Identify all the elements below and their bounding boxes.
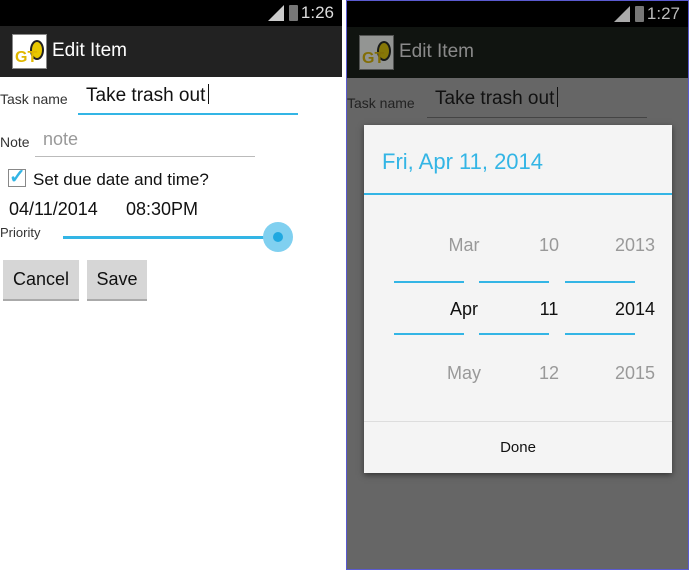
status-bar: 1:26 [0,0,342,26]
edit-item-screen: 1:26 GT Edit Item Task name Take trash o… [0,0,342,570]
action-bar: GT Edit Item [347,27,688,78]
month-prev[interactable]: Mar [429,235,499,256]
due-date-checkbox[interactable]: ✓ [8,167,26,187]
task-name-label: Task name [347,95,415,111]
date-picker-screen: 1:27 GT Edit Item Task name Take trash o… [346,0,689,570]
task-name-input: Take trash out [427,87,647,118]
app-logo[interactable]: GT [12,34,47,69]
status-bar: 1:27 [347,1,688,27]
slider-track[interactable] [63,236,278,239]
year-next[interactable]: 2015 [600,363,670,384]
task-name-input[interactable]: Take trash out [78,84,298,115]
dialog-title: Fri, Apr 11, 2014 [382,149,544,174]
due-time[interactable]: 08:30PM [126,199,198,220]
action-bar: GT Edit Item [0,26,342,77]
page-title: Edit Item [52,40,127,61]
signal-icon [614,6,630,22]
task-name-label: Task name [0,91,68,107]
page-title: Edit Item [399,41,474,62]
day-next[interactable]: 12 [514,363,584,384]
slider-thumb[interactable] [273,232,283,242]
title-divider [364,193,672,195]
battery-icon [289,5,298,21]
date-picker-dialog: Fri, Apr 11, 2014 Mar Apr May 10 11 12 2… [364,125,672,473]
due-date-checkbox-label[interactable]: Set due date and time? [33,170,209,190]
battery-icon [635,6,644,22]
year-selected[interactable]: 2014 [600,299,670,320]
note-label: Note [0,134,30,150]
month-selected[interactable]: Apr [429,299,499,320]
priority-label: Priority [0,225,41,240]
day-selected[interactable]: 11 [514,299,584,320]
clock: 1:26 [300,3,334,22]
year-prev[interactable]: 2013 [600,235,670,256]
done-button[interactable]: Done [364,421,672,473]
month-next[interactable]: May [429,363,499,384]
day-prev[interactable]: 10 [514,235,584,256]
note-input[interactable]: note [35,129,255,157]
due-date[interactable]: 04/11/2014 [9,199,98,220]
clock: 1:27 [646,4,680,23]
signal-icon [268,5,284,21]
app-logo: GT [359,35,394,70]
cancel-button[interactable]: Cancel [3,260,79,301]
save-button[interactable]: Save [87,260,147,301]
